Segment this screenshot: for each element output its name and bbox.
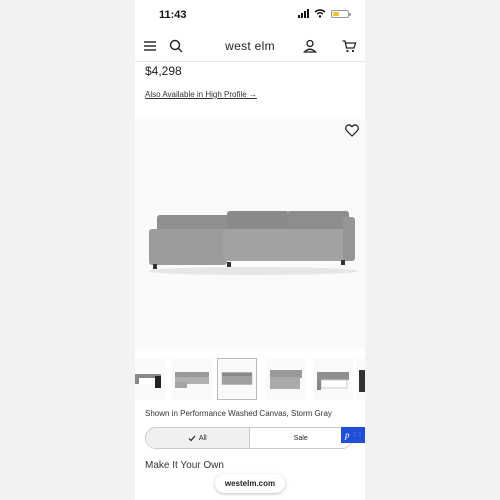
thumbnail[interactable] xyxy=(266,358,306,400)
filter-option-sale[interactable]: Sale xyxy=(248,428,353,448)
check-icon xyxy=(188,435,196,441)
section-title: Make It Your Own xyxy=(145,460,224,471)
signal-icon xyxy=(298,9,309,18)
image-caption: Shown in Performance Washed Canvas, Stor… xyxy=(145,409,332,418)
thumbnail-selected[interactable] xyxy=(217,358,257,400)
dots-icon: ⋮⋮ xyxy=(352,433,363,438)
wifi-icon xyxy=(314,9,326,18)
battery-icon xyxy=(331,9,351,18)
filter-toggle: All Sale xyxy=(145,427,353,449)
product-price: $4,298 xyxy=(145,64,182,78)
p-badge-button[interactable]: p ⋮⋮ xyxy=(341,427,365,443)
product-image[interactable] xyxy=(135,119,365,349)
sofa-image xyxy=(148,211,358,275)
status-bar: 11:43 xyxy=(135,0,365,32)
account-icon[interactable] xyxy=(302,38,318,54)
brand-logo[interactable]: west elm xyxy=(135,39,365,53)
filter-option-label: Sale xyxy=(293,434,308,442)
cart-icon[interactable] xyxy=(341,38,357,54)
p-badge-letter: p xyxy=(345,430,350,440)
filter-option-all[interactable]: All xyxy=(146,428,249,448)
status-icons xyxy=(298,9,351,18)
filter-option-label: All xyxy=(198,434,207,442)
thumbnail[interactable] xyxy=(172,358,212,400)
phone-screen: 11:43 west elm $4,298 Also Available in … xyxy=(135,0,365,500)
battery-level xyxy=(333,11,339,16)
thumbnail[interactable] xyxy=(313,358,353,400)
thumbnail[interactable] xyxy=(135,358,165,400)
browser-url-bar[interactable]: westelm.com xyxy=(215,474,285,493)
thumbnail[interactable] xyxy=(357,358,365,400)
thumbnail-strip xyxy=(135,354,365,404)
high-profile-link[interactable]: Also Available in High Profile → xyxy=(145,90,257,99)
top-nav: west elm xyxy=(135,32,365,62)
heart-icon[interactable] xyxy=(345,124,359,137)
status-time: 11:43 xyxy=(159,9,187,21)
